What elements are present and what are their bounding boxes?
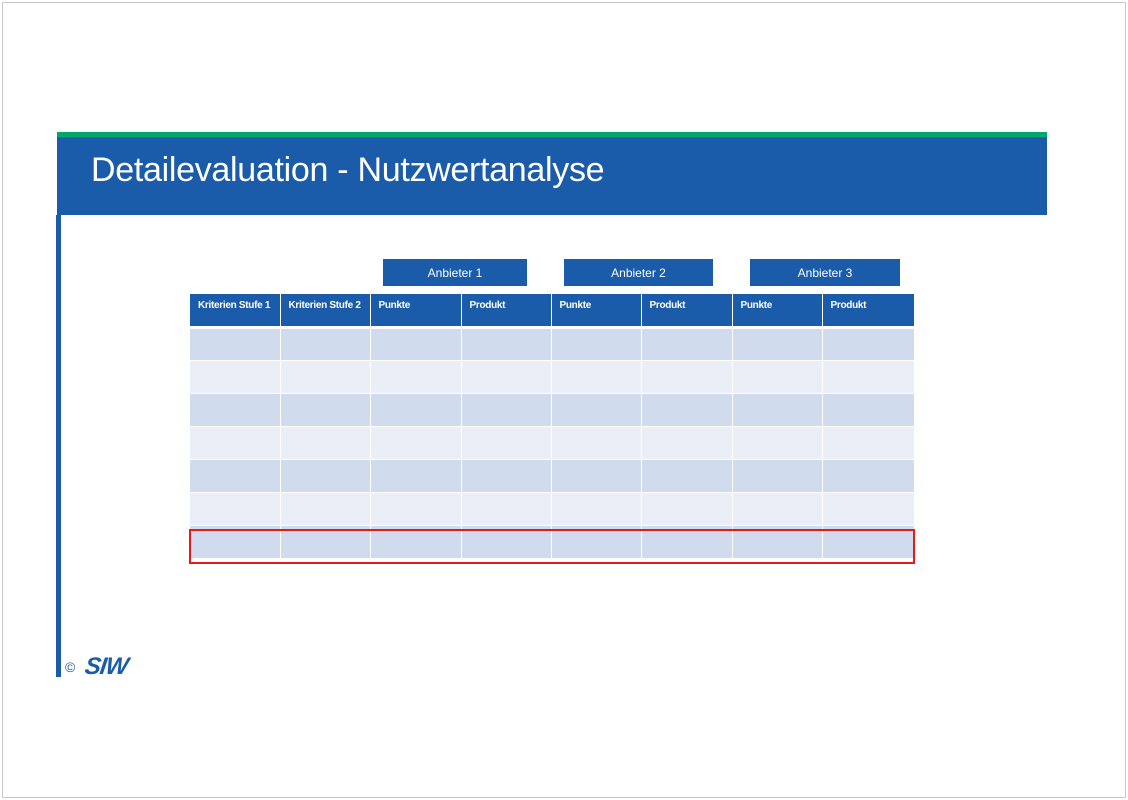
copyright-symbol: © <box>65 659 76 675</box>
table-cell[interactable] <box>551 360 642 394</box>
table-cell[interactable] <box>370 525 462 559</box>
table-header-row: Kriterien Stufe 1 Kriterien Stufe 2 Punk… <box>190 294 914 329</box>
table-cell[interactable] <box>461 459 552 493</box>
table-cell[interactable] <box>641 360 733 394</box>
table-row <box>190 327 914 361</box>
table-cell[interactable] <box>732 426 823 460</box>
table-cell[interactable] <box>280 327 371 361</box>
siw-logo: SIW <box>83 653 130 680</box>
table-row <box>190 525 914 559</box>
table-cell[interactable] <box>370 393 462 427</box>
header-punkte-anbieter-1: Punkte <box>370 294 462 329</box>
header-kriterien-stufe-2: Kriterien Stufe 2 <box>280 294 371 329</box>
vendor-label-2: Anbieter 2 <box>564 259 713 286</box>
left-accent-stripe <box>56 215 61 677</box>
table-cell[interactable] <box>551 426 642 460</box>
table-cell[interactable] <box>280 360 371 394</box>
table-cell[interactable] <box>732 327 823 361</box>
table-cell[interactable] <box>732 525 823 559</box>
table-cell[interactable] <box>551 327 642 361</box>
table-cell[interactable] <box>461 492 552 526</box>
table-cell[interactable] <box>370 426 462 460</box>
table-cell[interactable] <box>551 393 642 427</box>
table-cell[interactable] <box>822 459 914 493</box>
table-cell[interactable] <box>190 525 281 559</box>
table-cell[interactable] <box>551 492 642 526</box>
table-cell[interactable] <box>822 426 914 460</box>
table-cell[interactable] <box>190 459 281 493</box>
table-cell[interactable] <box>551 459 642 493</box>
table-cell[interactable] <box>822 525 914 559</box>
table-cell[interactable] <box>641 426 733 460</box>
table-body <box>190 327 914 559</box>
slide: Detailevaluation - Nutzwertanalyse Anbie… <box>2 2 1126 798</box>
table-cell[interactable] <box>551 525 642 559</box>
table-cell[interactable] <box>280 393 371 427</box>
table-cell[interactable] <box>190 492 281 526</box>
table-cell[interactable] <box>461 393 552 427</box>
table-cell[interactable] <box>190 360 281 394</box>
table-cell[interactable] <box>280 525 371 559</box>
table-cell[interactable] <box>280 492 371 526</box>
table-cell[interactable] <box>461 426 552 460</box>
table-row <box>190 360 914 394</box>
table-cell[interactable] <box>280 459 371 493</box>
table-cell[interactable] <box>732 393 823 427</box>
table-row <box>190 393 914 427</box>
table-cell[interactable] <box>732 492 823 526</box>
table-cell[interactable] <box>190 426 281 460</box>
table-row <box>190 492 914 526</box>
table-cell[interactable] <box>190 327 281 361</box>
table-cell[interactable] <box>641 492 733 526</box>
table-cell[interactable] <box>822 360 914 394</box>
table-cell[interactable] <box>641 459 733 493</box>
table-cell[interactable] <box>641 393 733 427</box>
vendor-label-3: Anbieter 3 <box>750 259 900 286</box>
table-row <box>190 426 914 460</box>
table-cell[interactable] <box>822 492 914 526</box>
table-cell[interactable] <box>461 360 552 394</box>
table-cell[interactable] <box>461 525 552 559</box>
evaluation-table: Kriterien Stufe 1 Kriterien Stufe 2 Punk… <box>190 294 914 559</box>
header-punkte-anbieter-3: Punkte <box>732 294 823 329</box>
table-cell[interactable] <box>822 393 914 427</box>
vendor-label-1: Anbieter 1 <box>383 259 527 286</box>
table-cell[interactable] <box>190 393 281 427</box>
header-punkte-anbieter-2: Punkte <box>551 294 642 329</box>
table-row <box>190 459 914 493</box>
table-cell[interactable] <box>732 459 823 493</box>
table-cell[interactable] <box>370 327 462 361</box>
header-kriterien-stufe-1: Kriterien Stufe 1 <box>190 294 281 329</box>
table-cell[interactable] <box>822 327 914 361</box>
header-produkt-anbieter-1: Produkt <box>461 294 552 329</box>
page-title: Detailevaluation - Nutzwertanalyse <box>91 151 605 189</box>
title-bar: Detailevaluation - Nutzwertanalyse <box>57 137 1047 215</box>
table-cell[interactable] <box>461 327 552 361</box>
table-cell[interactable] <box>280 426 371 460</box>
table-cell[interactable] <box>641 327 733 361</box>
table-cell[interactable] <box>732 360 823 394</box>
table-cell[interactable] <box>370 360 462 394</box>
table-cell[interactable] <box>370 492 462 526</box>
header-produkt-anbieter-3: Produkt <box>822 294 914 329</box>
header-produkt-anbieter-2: Produkt <box>641 294 733 329</box>
table-cell[interactable] <box>370 459 462 493</box>
table-cell[interactable] <box>641 525 733 559</box>
